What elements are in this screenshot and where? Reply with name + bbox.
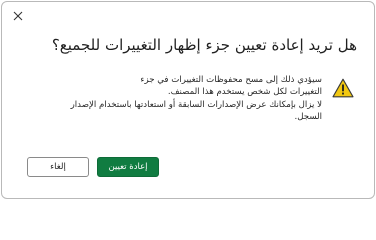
dialog-title: هل تريد إعادة تعيين جزء إظهار التغييرات … <box>51 36 357 54</box>
warning-icon <box>332 78 354 98</box>
close-icon <box>13 11 23 21</box>
reset-changes-dialog: هل تريد إعادة تعيين جزء إظهار التغييرات … <box>1 1 375 199</box>
message-line: السجل. <box>294 112 322 122</box>
message-line: سيؤدي ذلك إلى مسح محفوظات التغييرات في ج… <box>140 75 322 85</box>
message-line: التغييرات لكل شخص يستخدم هذا المصنف. <box>167 87 322 97</box>
cancel-button[interactable]: إلغاء <box>27 157 89 177</box>
reset-button[interactable]: إعادة تعيين <box>97 157 159 177</box>
close-button[interactable] <box>9 7 27 25</box>
message-line: لا يزال بإمكانك عرض الإصدارات السابقة أو… <box>70 100 322 110</box>
dialog-message: سيؤدي ذلك إلى مسح محفوظات التغييرات في ج… <box>62 74 322 123</box>
